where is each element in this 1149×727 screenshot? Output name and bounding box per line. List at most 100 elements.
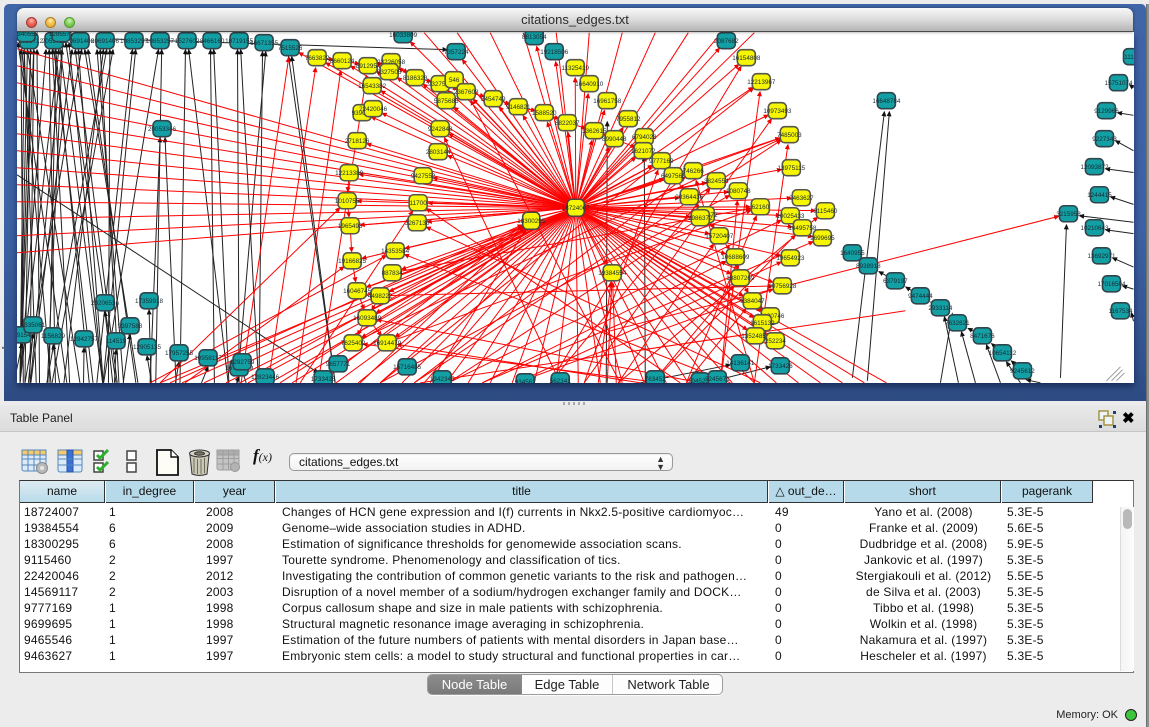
svg-text:7663822: 7663822 (305, 55, 330, 62)
svg-text:16154808: 16154808 (732, 55, 761, 62)
svg-text:15720407: 15720407 (705, 233, 734, 240)
svg-text:1342345: 1342345 (430, 376, 455, 383)
svg-text:9327505: 9327505 (377, 69, 402, 76)
svg-text:18300295: 18300295 (517, 218, 546, 225)
svg-text:11325419: 11325419 (561, 65, 589, 72)
svg-text:1965493: 1965493 (338, 223, 363, 230)
svg-text:8660124: 8660124 (330, 58, 355, 65)
svg-text:17359918: 17359918 (135, 298, 164, 305)
svg-text:8990448: 8990448 (602, 136, 627, 143)
svg-text:7485003: 7485003 (777, 132, 802, 139)
svg-text:17957255: 17957255 (165, 350, 194, 357)
svg-text:2718126: 2718126 (345, 138, 370, 145)
svg-text:9146821: 9146821 (506, 104, 531, 111)
svg-text:252234: 252234 (765, 338, 787, 345)
svg-text:8813054: 8813054 (522, 34, 547, 41)
svg-text:13975115: 13975115 (778, 165, 806, 172)
svg-text:2367608: 2367608 (454, 89, 479, 96)
svg-text:114519: 114519 (106, 338, 127, 345)
svg-text:7625402: 7625402 (341, 340, 366, 347)
svg-text:9245671: 9245671 (705, 376, 730, 383)
svg-text:9227343: 9227343 (1092, 136, 1117, 143)
svg-text:11121: 11121 (1124, 54, 1134, 61)
svg-text:1010755: 1010755 (335, 198, 360, 205)
svg-text:7515526: 7515526 (278, 45, 303, 52)
svg-text:10688609: 10688609 (721, 254, 750, 261)
svg-text:16033809: 16033809 (389, 32, 418, 39)
svg-text:2087682: 2087682 (714, 38, 739, 45)
svg-text:9129966: 9129966 (1094, 108, 1119, 115)
svg-text:20756928: 20756928 (768, 283, 797, 290)
svg-text:16914479: 16914479 (373, 340, 402, 347)
svg-text:20691406: 20691406 (91, 38, 120, 45)
svg-text:2803144: 2803144 (426, 149, 451, 156)
svg-text:12213389: 12213389 (335, 170, 364, 177)
svg-text:16671355: 16671355 (250, 40, 279, 47)
svg-text:9699695: 9699695 (810, 235, 835, 242)
svg-text:12905135: 12905135 (133, 344, 162, 351)
svg-text:10025433: 10025433 (776, 213, 805, 220)
svg-text:16640910: 16640910 (575, 81, 604, 88)
svg-text:7955812: 7955812 (616, 116, 641, 123)
svg-text:19654923: 19654923 (776, 255, 805, 262)
svg-text:9384047: 9384047 (740, 298, 765, 305)
svg-text:15751074: 15751074 (1104, 80, 1133, 87)
svg-text:1335061: 1335061 (21, 322, 46, 329)
svg-text:12942757: 12942757 (70, 336, 99, 343)
svg-text:1733426: 1733426 (311, 376, 336, 383)
svg-text:3215958: 3215958 (1056, 211, 1081, 218)
svg-text:1615132: 1615132 (750, 320, 775, 327)
svg-text:9242848: 9242848 (428, 126, 453, 133)
svg-text:10853257: 10853257 (120, 38, 149, 45)
svg-text:8466160: 8466160 (200, 38, 225, 45)
svg-text:9777169: 9777169 (649, 158, 674, 165)
svg-text:8822037: 8822037 (555, 120, 580, 127)
svg-text:14353584: 14353584 (381, 248, 410, 255)
svg-text:19166825: 19166825 (338, 258, 367, 265)
svg-text:4498222: 4498222 (368, 293, 393, 300)
svg-text:546: 546 (449, 77, 460, 84)
svg-text:10853257: 10853257 (146, 38, 175, 45)
svg-text:7632621: 7632621 (945, 320, 970, 327)
svg-text:20206536: 20206536 (91, 300, 120, 307)
svg-text:22420046: 22420046 (359, 106, 388, 113)
svg-text:8454749: 8454749 (481, 96, 506, 103)
svg-text:763452: 763452 (645, 376, 667, 383)
svg-text:19384554: 19384554 (598, 270, 627, 277)
svg-text:8471676: 8471676 (970, 333, 995, 340)
svg-text:1244415: 1244415 (1087, 192, 1112, 199)
svg-text:11700: 11700 (410, 200, 428, 207)
svg-text:7357224: 7357224 (444, 49, 469, 56)
svg-text:8186328: 8186328 (403, 75, 428, 82)
svg-text:1733426: 1733426 (768, 363, 793, 370)
svg-text:9397588: 9397588 (118, 323, 143, 330)
svg-text:20364436: 20364436 (675, 194, 704, 201)
svg-text:9340557: 9340557 (17, 32, 39, 38)
svg-text:1621072: 1621072 (631, 148, 656, 155)
svg-text:16543382: 16543382 (358, 83, 387, 90)
svg-text:1080748: 1080748 (726, 188, 751, 195)
svg-text:934562: 934562 (515, 379, 537, 383)
svg-text:10654112: 10654112 (989, 350, 1017, 357)
svg-text:20053346: 20053346 (148, 126, 177, 133)
svg-text:18807269: 18807269 (726, 275, 755, 282)
svg-text:6379197: 6379197 (883, 278, 908, 285)
svg-text:1167534: 1167534 (1108, 308, 1133, 315)
svg-text:1527602: 1527602 (175, 38, 200, 45)
svg-text:18724007: 18724007 (562, 205, 591, 212)
svg-text:9474444: 9474444 (908, 293, 933, 300)
svg-text:1156829: 1156829 (41, 333, 66, 340)
svg-text:8938918: 8938918 (856, 263, 881, 270)
svg-text:9463627: 9463627 (789, 195, 814, 202)
svg-text:9427552: 9427552 (411, 173, 436, 180)
svg-text:16495758: 16495758 (788, 225, 817, 232)
svg-text:12213967: 12213967 (747, 79, 776, 86)
svg-text:13692971: 13692971 (1087, 253, 1116, 260)
svg-text:5875685: 5875685 (434, 98, 459, 105)
svg-text:746266: 746266 (683, 168, 705, 175)
svg-text:2933114: 2933114 (928, 305, 953, 312)
svg-text:1640955: 1640955 (840, 250, 865, 257)
svg-text:12093872: 12093872 (1080, 164, 1109, 171)
svg-text:9245612: 9245612 (1010, 368, 1035, 375)
svg-text:10973493: 10973493 (763, 108, 792, 115)
